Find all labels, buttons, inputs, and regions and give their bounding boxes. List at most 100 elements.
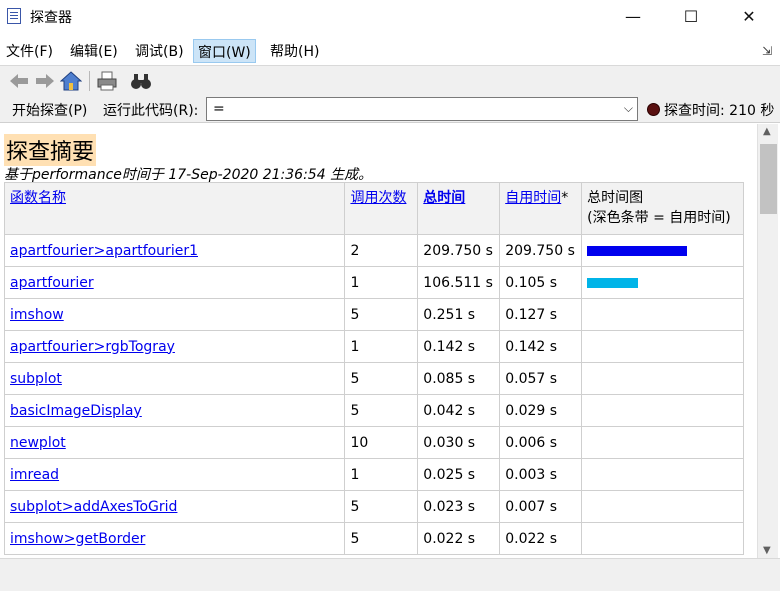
column-header-total-time[interactable]: 总时间 xyxy=(417,182,501,235)
calls-cell: 1 xyxy=(344,458,419,491)
window-title: 探查器 xyxy=(30,10,72,26)
function-link[interactable]: apartfourier>rgbTogray xyxy=(10,339,175,355)
scrollbar-thumb[interactable] xyxy=(760,144,777,214)
time-plot-cell xyxy=(581,394,744,427)
total-time-cell: 0.251 s xyxy=(417,298,501,331)
table-row: imshow 5 0.251 s 0.127 s xyxy=(3,298,744,331)
table-row: imread 1 0.025 s 0.003 s xyxy=(3,458,744,491)
calls-cell: 5 xyxy=(344,298,419,331)
calls-cell: 1 xyxy=(344,330,419,363)
home-icon[interactable] xyxy=(59,70,83,92)
run-code-label: 运行此代码(R): xyxy=(103,103,199,119)
back-arrow-icon[interactable] xyxy=(8,70,30,92)
menu-window[interactable]: 窗口(W) xyxy=(193,39,256,63)
self-time-cell: 0.006 s xyxy=(499,426,583,459)
run-code-input[interactable]: = ⌵ xyxy=(206,97,638,121)
profile-table: 函数名称 调用次数 总时间 自用时间* 总时间图 (深色条带 = 自用时间) a… xyxy=(3,182,744,555)
calls-cell: 1 xyxy=(344,266,419,299)
time-plot-cell xyxy=(581,234,744,267)
menu-debug[interactable]: 调试(B) xyxy=(131,39,188,63)
menu-file[interactable]: 文件(F) xyxy=(2,39,57,63)
column-header-function-name[interactable]: 函数名称 xyxy=(3,182,346,235)
find-icon[interactable] xyxy=(130,70,152,92)
scroll-up-icon[interactable]: ▲ xyxy=(763,126,771,137)
time-plot-cell xyxy=(581,330,744,363)
function-link[interactable]: imshow xyxy=(10,307,64,323)
function-link[interactable]: apartfourier xyxy=(10,275,94,291)
status-indicator-icon xyxy=(647,103,660,116)
table-row: basicImageDisplay 5 0.042 s 0.029 s xyxy=(3,394,744,427)
toolbar xyxy=(0,65,780,95)
total-time-cell: 0.025 s xyxy=(417,458,501,491)
print-icon[interactable] xyxy=(96,70,118,92)
time-bar xyxy=(587,245,688,256)
self-time-cell: 0.142 s xyxy=(499,330,583,363)
calls-cell: 5 xyxy=(344,522,419,555)
chevron-down-icon[interactable]: ⌵ xyxy=(624,101,633,116)
function-link[interactable]: subplot xyxy=(10,371,62,387)
close-button[interactable]: ✕ xyxy=(720,0,778,32)
function-link[interactable]: newplot xyxy=(10,435,66,451)
total-time-cell: 0.042 s xyxy=(417,394,501,427)
start-profiling-button[interactable]: 开始探查(P) xyxy=(12,100,87,120)
calls-cell: 2 xyxy=(344,234,419,267)
total-time-cell: 0.142 s xyxy=(417,330,501,363)
run-bar: 开始探查(P) 运行此代码(R): = ⌵ 探查时间: 210 秒 xyxy=(0,95,780,123)
self-time-cell: 0.029 s xyxy=(499,394,583,427)
undock-icon[interactable]: ⇲ xyxy=(762,44,772,58)
minimize-icon: — xyxy=(625,6,641,26)
function-name-cell: imshow xyxy=(3,298,346,331)
column-header-calls[interactable]: 调用次数 xyxy=(344,182,419,235)
self-time-cell: 0.022 s xyxy=(499,522,583,555)
time-plot-cell xyxy=(581,298,744,331)
scroll-down-icon[interactable]: ▼ xyxy=(763,545,771,556)
function-name-cell: newplot xyxy=(3,426,346,459)
table-row: imshow>getBorder 5 0.022 s 0.022 s xyxy=(3,522,744,555)
maximize-button[interactable]: ☐ xyxy=(662,0,720,32)
function-link[interactable]: imread xyxy=(10,467,59,483)
forward-arrow-icon[interactable] xyxy=(34,70,56,92)
table-row: apartfourier>rgbTogray 1 0.142 s 0.142 s xyxy=(3,330,744,363)
function-link[interactable]: apartfourier>apartfourier1 xyxy=(10,243,198,259)
table-row: newplot 10 0.030 s 0.006 s xyxy=(3,426,744,459)
table-row: apartfourier 1 106.511 s 0.105 s xyxy=(3,266,744,299)
calls-cell: 5 xyxy=(344,362,419,395)
table-header-row: 函数名称 调用次数 总时间 自用时间* 总时间图 (深色条带 = 自用时间) xyxy=(3,182,744,235)
minimize-button[interactable]: — xyxy=(604,0,662,32)
menu-bar: 文件(F) 编辑(E) 调试(B) 窗口(W) 帮助(H) ⇲ xyxy=(0,36,780,64)
bottom-status-strip xyxy=(0,558,780,591)
column-header-total-time-plot: 总时间图 (深色条带 = 自用时间) xyxy=(581,182,744,235)
function-name-cell: subplot>addAxesToGrid xyxy=(3,490,346,523)
self-time-cell: 209.750 s xyxy=(499,234,583,267)
total-time-cell: 0.030 s xyxy=(417,426,501,459)
function-link[interactable]: subplot>addAxesToGrid xyxy=(10,499,177,515)
table-row: subplot>addAxesToGrid 5 0.023 s 0.007 s xyxy=(3,490,744,523)
title-bar: 探查器 — ☐ ✕ xyxy=(0,0,780,32)
close-icon: ✕ xyxy=(742,6,756,26)
function-name-cell: imread xyxy=(3,458,346,491)
function-name-cell: apartfourier xyxy=(3,266,346,299)
calls-cell: 5 xyxy=(344,394,419,427)
function-name-cell: subplot xyxy=(3,362,346,395)
calls-cell: 5 xyxy=(344,490,419,523)
summary-subtitle: 基于performance时间于 17-Sep-2020 21:36:54 生成… xyxy=(4,167,373,183)
function-link[interactable]: imshow>getBorder xyxy=(10,531,145,547)
function-name-cell: apartfourier>apartfourier1 xyxy=(3,234,346,267)
total-time-cell: 0.085 s xyxy=(417,362,501,395)
time-plot-cell xyxy=(581,362,744,395)
function-link[interactable]: basicImageDisplay xyxy=(10,403,142,419)
maximize-icon: ☐ xyxy=(683,6,699,26)
menu-help[interactable]: 帮助(H) xyxy=(266,39,323,63)
menu-edit[interactable]: 编辑(E) xyxy=(66,39,122,63)
self-time-cell: 0.127 s xyxy=(499,298,583,331)
column-header-self-time[interactable]: 自用时间* xyxy=(499,182,583,235)
time-plot-cell xyxy=(581,522,744,555)
function-name-cell: apartfourier>rgbTogray xyxy=(3,330,346,363)
total-time-cell: 106.511 s xyxy=(417,266,501,299)
profiler-app-icon xyxy=(7,8,21,24)
vertical-scrollbar[interactable]: ▲ ▼ xyxy=(757,124,778,558)
toolbar-separator xyxy=(89,71,90,91)
table-row: apartfourier>apartfourier1 2 209.750 s 209.… xyxy=(3,234,744,267)
self-time-cell: 0.003 s xyxy=(499,458,583,491)
run-code-value: = xyxy=(213,101,225,117)
